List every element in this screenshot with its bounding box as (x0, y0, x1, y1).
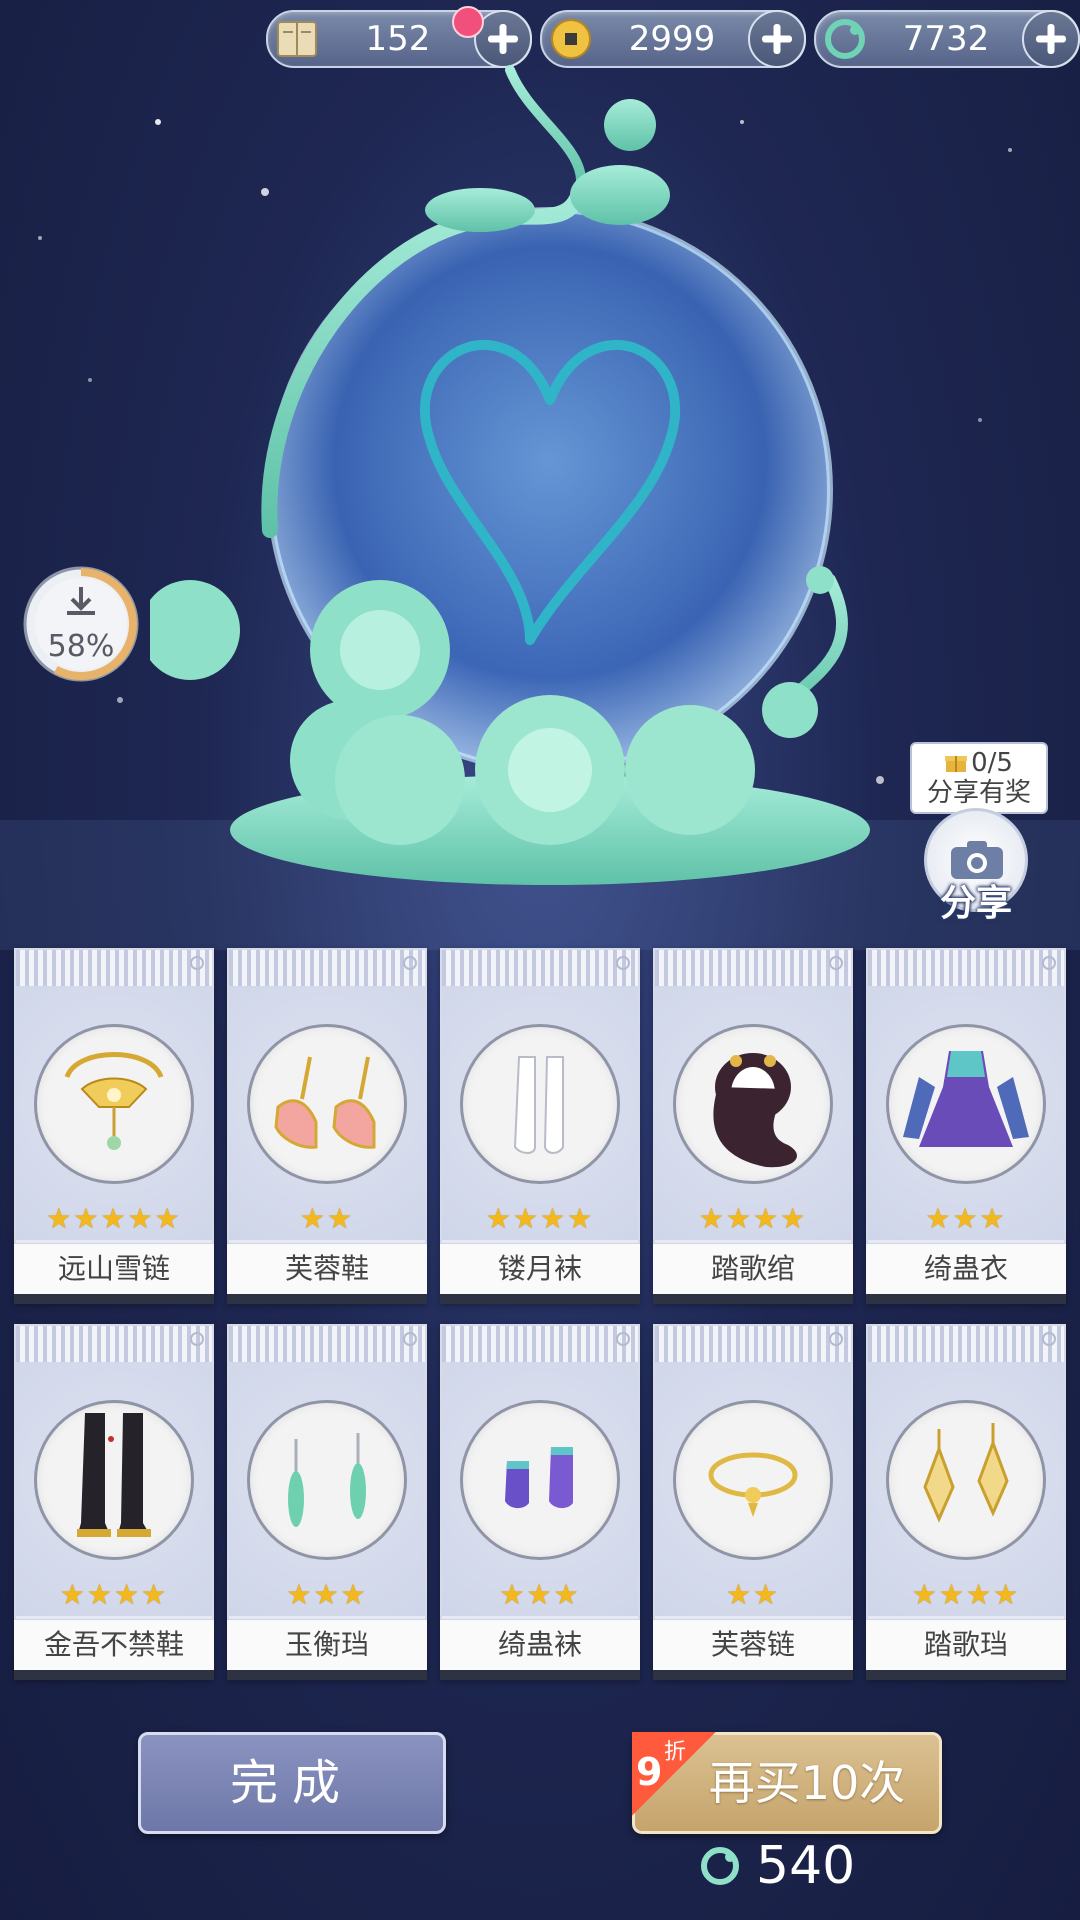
cost-value: 540 (756, 1836, 856, 1896)
item-rating: ★★★ (925, 1202, 1007, 1235)
item-rating: ★★★★ (485, 1202, 595, 1235)
download-percent: 58% (47, 629, 115, 664)
corner-flower-icon (403, 956, 417, 970)
bracelet-icon (708, 1452, 798, 1517)
download-icon (67, 587, 95, 615)
corner-flower-icon (1042, 956, 1056, 970)
notification-dot (452, 6, 484, 38)
item-card[interactable]: ★★★ 绮蛊衣 (866, 948, 1066, 1304)
item-name: 踏歌绾 (653, 1243, 853, 1294)
item-rating: ★★ (725, 1578, 781, 1611)
item-card[interactable]: ★★★★ 踏歌绾 (653, 948, 853, 1304)
corner-flower-icon (190, 1332, 204, 1346)
progress-ring (23, 566, 139, 682)
item-card[interactable]: ★★★★★ 远山雪链 (14, 948, 214, 1304)
corner-flower-icon (616, 1332, 630, 1346)
item-name: 芙蓉链 (653, 1619, 853, 1670)
item-card[interactable]: ★★ 芙蓉鞋 (227, 948, 427, 1304)
socks-icon (513, 1056, 564, 1154)
purple-socks-icon (505, 1447, 573, 1509)
corner-flower-icon (829, 1332, 843, 1346)
share-reward-text: 分享有奖 (926, 778, 1031, 808)
shoes-icon (274, 1056, 376, 1149)
item-name: 金吾不禁鞋 (14, 1619, 214, 1670)
boots-icon (77, 1413, 151, 1537)
item-card[interactable]: ★★★★ 金吾不禁鞋 (14, 1324, 214, 1680)
buy-again-button[interactable]: 9 折 再买10次 (632, 1732, 942, 1834)
item-card[interactable]: ★★★ 玉衡珰 (227, 1324, 427, 1680)
item-name: 镂月袜 (440, 1243, 640, 1294)
item-name: 远山雪链 (14, 1243, 214, 1294)
item-rating: ★★★★ (59, 1578, 169, 1611)
gift-icon (945, 756, 968, 772)
item-name: 绮蛊袜 (440, 1619, 640, 1670)
corner-flower-icon (829, 956, 843, 970)
item-name: 芙蓉鞋 (227, 1243, 427, 1294)
book-count: 152 (365, 19, 431, 59)
item-rating: ★★ (299, 1202, 355, 1235)
add-jade-button[interactable] (1022, 10, 1080, 68)
item-name: 玉衡珰 (227, 1619, 427, 1670)
item-rating: ★★★ (499, 1578, 581, 1611)
share-reward-counter: 0/5 (971, 748, 1013, 778)
item-card[interactable]: ★★★★ 镂月袜 (440, 948, 640, 1304)
item-card[interactable]: ★★★ 绮蛊袜 (440, 1324, 640, 1680)
item-card[interactable]: ★★★★ 踏歌珰 (866, 1324, 1066, 1680)
item-rating: ★★★ (286, 1578, 368, 1611)
item-name: 踏歌珰 (866, 1619, 1066, 1670)
book-icon (277, 21, 317, 57)
share-reward-box: 0/5 分享有奖 (910, 742, 1048, 814)
item-name: 绮蛊衣 (866, 1243, 1066, 1294)
buy-again-label: 再买10次 (708, 1756, 906, 1810)
done-button[interactable]: 完成 (138, 1732, 446, 1834)
jade-icon (825, 19, 865, 59)
corner-flower-icon (403, 1332, 417, 1346)
dress-icon (903, 1051, 1029, 1147)
gold-earrings-icon (923, 1423, 1009, 1523)
corner-flower-icon (190, 956, 204, 970)
necklace-icon (64, 1052, 164, 1150)
corner-flower-icon (1042, 1332, 1056, 1346)
jade-earrings-icon (288, 1433, 366, 1527)
discount-number: 9 (636, 1750, 663, 1794)
jade-icon (701, 1847, 739, 1885)
hairstyle-icon (713, 1053, 797, 1168)
item-card[interactable]: ★★ 芙蓉链 (653, 1324, 853, 1680)
coin-count: 2999 (628, 19, 716, 59)
item-rating: ★★★★ (698, 1202, 808, 1235)
item-rating: ★★★★ (911, 1578, 1021, 1611)
done-label: 完成 (229, 1755, 354, 1811)
crystal-orb-illustration (150, 65, 870, 885)
download-progress-badge[interactable]: 58% (20, 563, 142, 685)
item-rating: ★★★★★ (46, 1202, 182, 1235)
coin-icon (551, 19, 591, 59)
share-label: 分享 (939, 883, 1012, 924)
corner-flower-icon (616, 956, 630, 970)
jade-count: 7732 (902, 19, 990, 59)
